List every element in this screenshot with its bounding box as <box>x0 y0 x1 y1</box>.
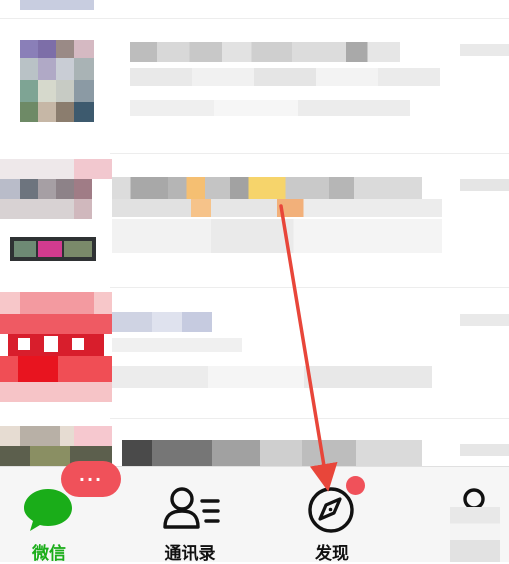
chat-row[interactable] <box>0 290 509 418</box>
chat-title <box>130 42 400 62</box>
chat-preview-line <box>112 366 432 388</box>
chat-list[interactable] <box>0 0 509 466</box>
tab-contacts[interactable]: 通讯录 <box>140 467 240 564</box>
chat-preview <box>112 199 442 217</box>
divider <box>110 287 509 288</box>
chats-badge: ··· <box>61 461 121 497</box>
discover-dot-badge <box>346 476 365 495</box>
chat-preview <box>130 68 440 86</box>
chat-bubble-icon <box>24 489 72 531</box>
avatar <box>0 159 112 271</box>
tab-discover[interactable]: 发现 <box>284 467 380 564</box>
chat-preview <box>112 338 242 352</box>
chat-row[interactable] <box>0 155 509 285</box>
chat-row[interactable] <box>0 0 509 14</box>
chat-row[interactable] <box>0 420 509 466</box>
chat-preview-line <box>130 100 410 116</box>
divider <box>110 418 509 419</box>
chat-time <box>460 444 509 456</box>
avatar <box>20 40 94 140</box>
pixelated-region <box>450 507 500 562</box>
divider <box>0 18 509 19</box>
avatar <box>0 426 112 466</box>
avatar <box>20 0 94 10</box>
tab-label-chats: 微信 <box>32 544 66 564</box>
chat-preview-line <box>112 219 442 253</box>
tab-label-contacts: 通讯录 <box>164 544 216 564</box>
tab-me[interactable] <box>440 467 509 562</box>
divider <box>110 153 509 154</box>
chat-time <box>460 314 509 326</box>
chat-time <box>460 179 509 191</box>
tab-label-discover: 发现 <box>315 544 349 564</box>
contacts-icon <box>163 487 220 529</box>
chat-title <box>112 177 422 199</box>
chat-time <box>460 44 509 56</box>
chat-title <box>112 312 212 332</box>
chat-title <box>122 440 422 466</box>
chat-row[interactable] <box>0 20 509 150</box>
avatar <box>0 292 112 402</box>
